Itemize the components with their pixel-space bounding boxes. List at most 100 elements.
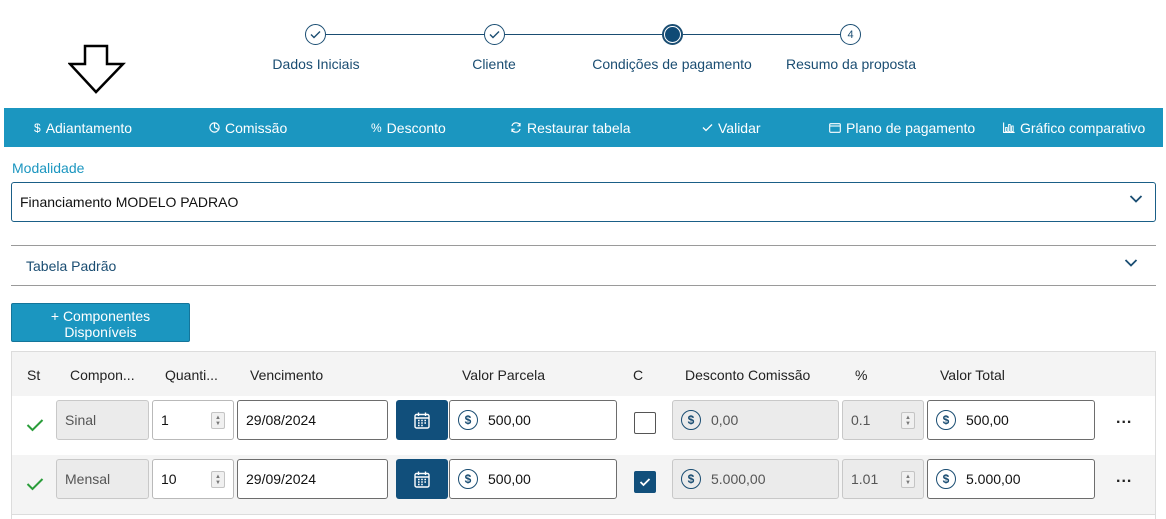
refresh-icon <box>510 122 522 133</box>
componente-field: Mensal <box>56 459 149 499</box>
checkmark-icon <box>639 478 651 487</box>
bar-chart-icon <box>1003 122 1015 133</box>
stepper-arrows-icon: ▲ ▼ <box>901 412 915 429</box>
step-2-done-icon[interactable] <box>484 24 505 45</box>
componente-value: Mensal <box>65 471 111 487</box>
toolbar-comissao-button[interactable]: Comissão <box>209 108 287 147</box>
currency-icon: $ <box>936 469 956 489</box>
toolbar-desconto-button[interactable]: % Desconto <box>371 108 446 147</box>
step-connector <box>505 34 662 35</box>
toolbar-plano-button[interactable]: Plano de pagamento <box>829 108 975 147</box>
calendar-button[interactable] <box>396 459 448 499</box>
desconto-comissao-value: 5.000,00 <box>711 471 766 487</box>
table-footer-divider <box>12 514 1155 519</box>
stepper-arrows-icon[interactable]: ▲ ▼ <box>211 471 225 488</box>
calendar-icon <box>414 412 430 429</box>
desconto-comissao-field: $ 5.000,00 <box>672 459 839 499</box>
percent-field: 1.01 ▲ ▼ <box>842 459 924 499</box>
header-desconto-comissao[interactable]: Desconto Comissão <box>685 367 810 383</box>
step-label-cliente[interactable]: Cliente <box>472 56 516 72</box>
header-valor-parcela[interactable]: Valor Parcela <box>462 367 545 383</box>
currency-icon: $ <box>458 410 478 430</box>
currency-icon: $ <box>458 469 478 489</box>
header-valor-total[interactable]: Valor Total <box>940 367 1005 383</box>
valor-total-input[interactable]: $ 5.000,00 <box>927 459 1095 499</box>
componente-field: Sinal <box>56 400 149 440</box>
currency-icon: $ <box>681 469 701 489</box>
calendar-button[interactable] <box>396 400 448 440</box>
valor-parcela-value: 500,00 <box>488 412 531 428</box>
row-checkbox[interactable] <box>634 412 656 434</box>
step-label-dados-iniciais[interactable]: Dados Iniciais <box>272 56 359 72</box>
progress-stepper: 4 Dados Iniciais Cliente Condições de pa… <box>0 24 1166 74</box>
tabela-padrao-accordion[interactable]: Tabela Padrão <box>11 245 1156 286</box>
valor-parcela-input[interactable]: $ 500,00 <box>449 459 617 499</box>
table-row: Mensal 10 ▲ ▼ 29/09/2024 $ 500,00 $ 5.000… <box>12 455 1155 514</box>
vencimento-value: 29/08/2024 <box>246 412 317 428</box>
vencimento-input[interactable]: 29/09/2024 <box>237 459 388 499</box>
modalidade-label: Modalidade <box>12 160 85 176</box>
status-ok-icon <box>26 419 44 432</box>
toolbar-item-label: Adiantamento <box>45 119 133 136</box>
toolbar-item-label: Gráfico comparativo <box>1020 119 1146 136</box>
header-quantidade[interactable]: Quanti... <box>165 367 218 383</box>
header-c[interactable]: C <box>633 367 643 383</box>
toolbar-item-label: Validar <box>718 119 761 136</box>
step-4-number-text: 4 <box>847 28 854 41</box>
valor-parcela-value: 500,00 <box>488 471 531 487</box>
chevron-down-icon[interactable] <box>1129 194 1143 204</box>
quantidade-input[interactable]: 1 ▲ ▼ <box>152 400 234 440</box>
commission-icon <box>209 122 220 133</box>
step-label-resumo[interactable]: Resumo da proposta <box>786 56 916 72</box>
quantidade-input[interactable]: 10 ▲ ▼ <box>152 459 234 499</box>
componentes-disponiveis-button[interactable]: + Componentes Disponíveis <box>11 303 190 342</box>
currency-icon: $ <box>936 410 956 430</box>
toolbar-restaurar-button[interactable]: Restaurar tabela <box>510 108 631 147</box>
table-row: Sinal 1 ▲ ▼ 29/08/2024 $ 500,00 $ 0,00 0.… <box>12 396 1155 455</box>
toolbar-grafico-button[interactable]: Gráfico comparativo <box>1003 108 1145 147</box>
desconto-comissao-field: $ 0,00 <box>672 400 839 440</box>
more-options-icon[interactable]: ... <box>1116 410 1132 428</box>
vencimento-value: 29/09/2024 <box>246 471 317 487</box>
step-4-number[interactable]: 4 <box>840 24 861 45</box>
header-componente[interactable]: Compon... <box>70 367 135 383</box>
toolbar-item-label: Plano de pagamento <box>846 119 976 136</box>
componentes-table: St Compon... Quanti... Vencimento Valor … <box>11 351 1156 519</box>
desconto-comissao-value: 0,00 <box>711 412 739 428</box>
header-st[interactable]: St <box>27 367 40 383</box>
check-icon <box>702 123 713 132</box>
vencimento-input[interactable]: 29/08/2024 <box>237 400 388 440</box>
toolbar-item-label: Restaurar tabela <box>527 119 631 136</box>
percent-value: 1.01 <box>851 471 879 487</box>
toolbar-validar-button[interactable]: Validar <box>702 108 761 147</box>
valor-total-input[interactable]: $ 500,00 <box>927 400 1095 440</box>
action-toolbar: $ Adiantamento Comissão % Desconto Resta… <box>4 108 1163 147</box>
componente-value: Sinal <box>65 412 97 428</box>
header-vencimento[interactable]: Vencimento <box>250 367 323 383</box>
page: 4 Dados Iniciais Cliente Condições de pa… <box>0 0 1166 519</box>
step-connector <box>683 34 840 35</box>
toolbar-adiantamento-button[interactable]: $ Adiantamento <box>34 108 132 147</box>
percent-value: 0.1 <box>851 412 871 428</box>
quantidade-value: 1 <box>161 412 169 428</box>
step-label-condicoes[interactable]: Condições de pagamento <box>592 56 752 72</box>
header-percent[interactable]: % <box>855 367 867 383</box>
stepper-arrows-icon[interactable]: ▲ ▼ <box>211 412 225 429</box>
valor-total-value: 500,00 <box>966 412 1009 428</box>
percent-field: 0.1 ▲ ▼ <box>842 400 924 440</box>
more-options-icon[interactable]: ... <box>1116 469 1132 487</box>
modalidade-value: Financiamento MODELO PADRAO <box>20 194 239 210</box>
chevron-down-icon[interactable] <box>1124 258 1138 268</box>
step-3-current-icon[interactable] <box>662 24 683 45</box>
down-arrow-icon <box>68 44 126 94</box>
modalidade-select[interactable]: Financiamento MODELO PADRAO <box>11 182 1156 222</box>
button-label-line2: Disponíveis <box>64 324 137 340</box>
valor-parcela-input[interactable]: $ 500,00 <box>449 400 617 440</box>
calendar-icon <box>414 471 430 488</box>
currency-icon: $ <box>681 410 701 430</box>
wallet-icon <box>829 122 841 133</box>
row-checkbox-checked[interactable] <box>634 471 656 493</box>
stepper-arrows-icon: ▲ ▼ <box>901 471 915 488</box>
step-1-done-icon[interactable] <box>305 24 326 45</box>
dollar-icon: $ <box>34 120 41 135</box>
